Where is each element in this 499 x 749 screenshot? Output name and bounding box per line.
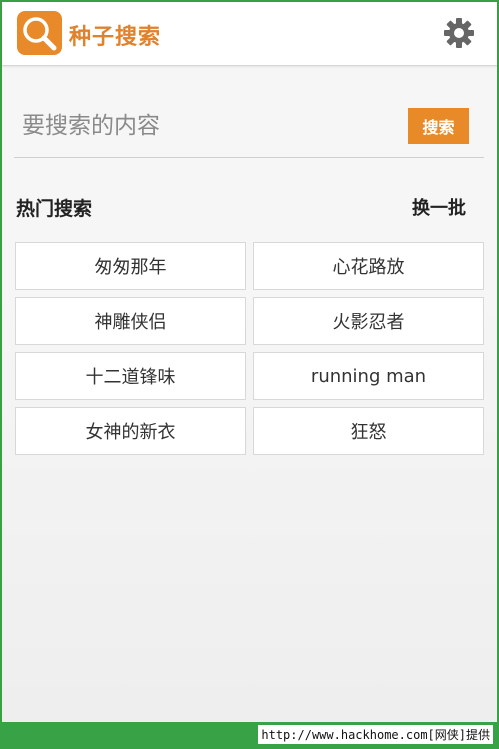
gear-icon xyxy=(444,18,474,48)
search-button[interactable]: 搜索 xyxy=(408,108,469,144)
hot-search-item[interactable]: 狂怒 xyxy=(253,407,484,455)
hot-search-item[interactable]: 神雕侠侣 xyxy=(15,297,246,345)
hot-search-item[interactable]: 女神的新衣 xyxy=(15,407,246,455)
hot-search-item[interactable]: 心花路放 xyxy=(253,242,484,290)
hot-search-grid: 匆匆那年 心花路放 神雕侠侣 火影忍者 十二道锋味 running man 女神… xyxy=(15,242,485,455)
hot-search-title: 热门搜索 xyxy=(16,198,93,220)
app-window: 种子搜索 搜索 热门搜索 换一批 匆匆那 xyxy=(0,0,499,749)
watermark-bar: http://www.hackhome.com[网侠]提供 xyxy=(0,722,499,749)
settings-button[interactable] xyxy=(442,16,476,50)
app-title: 种子搜索 xyxy=(69,25,162,50)
search-input[interactable] xyxy=(22,108,392,144)
app-bar: 种子搜索 xyxy=(2,2,497,66)
hot-search-item[interactable]: 匆匆那年 xyxy=(15,242,246,290)
refresh-button[interactable]: 换一批 xyxy=(412,194,466,220)
app-logo xyxy=(17,11,62,55)
watermark-text: http://www.hackhome.com[网侠]提供 xyxy=(258,725,493,744)
hot-search-item[interactable]: 十二道锋味 xyxy=(15,352,246,400)
hot-search-item[interactable]: running man xyxy=(253,352,484,400)
search-bar: 搜索 xyxy=(14,98,484,158)
magnifier-icon xyxy=(23,17,57,51)
hot-search-item[interactable]: 火影忍者 xyxy=(253,297,484,345)
